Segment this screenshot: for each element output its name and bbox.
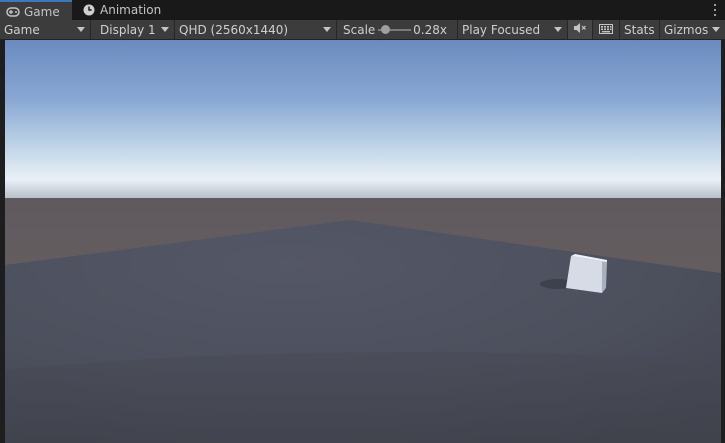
display-value: Display 1	[100, 22, 156, 37]
scale-slider-handle[interactable]	[381, 25, 390, 34]
mute-audio-button[interactable]	[568, 20, 593, 39]
stats-button[interactable]: Stats	[620, 20, 660, 39]
keyboard-shortcuts-button[interactable]	[593, 20, 620, 39]
display-dropdown[interactable]: Display 1	[91, 20, 175, 39]
resolution-dropdown[interactable]: QHD (2560x1440)	[175, 20, 337, 39]
cube	[566, 254, 607, 293]
gamepad-icon	[6, 5, 20, 19]
view-select-value: Game	[4, 22, 40, 37]
keyboard-icon	[599, 23, 613, 37]
play-mode-value: Play Focused	[462, 22, 541, 37]
game-toolbar: Game Display 1 QHD (2560x1440) Scale 0.2…	[0, 20, 725, 40]
sky	[5, 40, 721, 210]
tab-label: Animation	[100, 3, 162, 17]
tab-label: Game	[24, 4, 60, 19]
clock-icon	[82, 3, 96, 17]
stats-label: Stats	[624, 22, 655, 37]
game-viewport[interactable]	[5, 40, 721, 443]
game-scene	[5, 40, 721, 443]
view-select-dropdown[interactable]: Game	[0, 20, 91, 39]
tab-animation[interactable]: Animation	[76, 0, 176, 20]
gizmos-label: Gizmos	[664, 22, 709, 37]
play-mode-dropdown[interactable]: Play Focused	[458, 20, 568, 39]
scale-label: Scale	[343, 22, 376, 37]
tab-bar: Game Animation	[0, 0, 725, 21]
gizmos-dropdown[interactable]: Gizmos	[660, 20, 725, 39]
more-options-icon[interactable]	[711, 2, 719, 18]
tab-game[interactable]: Game	[0, 0, 72, 21]
resolution-value: QHD (2560x1440)	[179, 22, 289, 37]
audio-mute-icon	[573, 22, 587, 37]
ground-shadow	[5, 352, 721, 443]
scale-value: 0.28x	[413, 22, 447, 37]
